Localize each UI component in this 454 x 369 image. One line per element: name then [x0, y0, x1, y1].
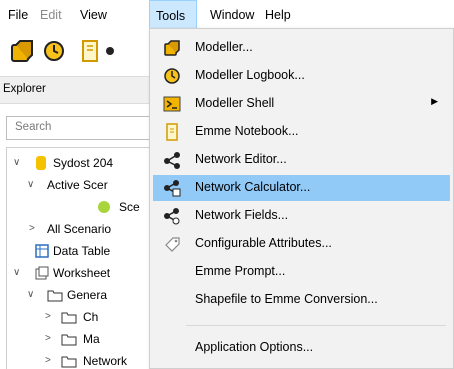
database-cylinder-icon — [36, 156, 46, 170]
tree-label: Network — [83, 354, 128, 368]
shell-icon — [163, 96, 181, 112]
network-icon — [164, 152, 180, 169]
menu-bar: File Edit View Tools Window Help — [0, 0, 454, 31]
tools-menu: Modeller... Modeller Logbook... Modeller… — [149, 28, 454, 369]
toolbar — [0, 31, 160, 73]
menu-window[interactable]: Window — [210, 0, 254, 31]
menu-item-emme-prompt[interactable]: Emme Prompt... — [153, 259, 450, 285]
menu-item-network-editor[interactable]: Network Editor... — [153, 147, 450, 173]
chevron-right-icon[interactable]: > — [45, 328, 51, 350]
menu-view[interactable]: View — [80, 0, 107, 31]
menu-item-label: Emme Notebook... — [195, 124, 299, 138]
chevron-right-icon[interactable]: > — [45, 306, 51, 328]
notebook-icon — [82, 40, 98, 62]
chevron-down-icon[interactable]: ∨ — [13, 152, 20, 174]
clock-icon — [164, 68, 180, 84]
menu-edit[interactable]: Edit — [40, 0, 62, 31]
menu-item-label: Emme Prompt... — [195, 264, 286, 278]
tag-icon — [165, 237, 180, 252]
more-toolbar-button[interactable] — [104, 37, 124, 65]
menu-item-label: Network Calculator... — [195, 180, 311, 194]
folder-icon — [61, 312, 77, 324]
menu-separator — [186, 325, 446, 326]
menu-help[interactable]: Help — [265, 0, 291, 31]
tree-label: All Scenario — [47, 222, 112, 236]
menu-item-application-options[interactable]: Application Options... — [153, 335, 450, 361]
menu-item-label: Shapefile to Emme Conversion... — [195, 292, 378, 306]
menu-file[interactable]: File — [8, 0, 28, 31]
menu-item-label: Network Editor... — [195, 152, 287, 166]
search-input[interactable]: Search — [6, 116, 156, 140]
folder-icon — [61, 334, 77, 346]
logbook-toolbar-button[interactable] — [40, 37, 68, 65]
chevron-right-icon[interactable]: > — [45, 350, 51, 369]
more-icon — [106, 47, 114, 55]
modeller-icon — [11, 40, 33, 62]
menu-item-label: Network Fields... — [195, 208, 289, 222]
search-placeholder: Search — [15, 121, 52, 133]
tree-label: Genera — [67, 288, 108, 302]
clock-icon — [44, 41, 64, 61]
menu-item-label: Modeller Shell — [195, 96, 275, 110]
menu-item-modeller-shell[interactable]: Modeller Shell ▶ — [153, 91, 450, 117]
menu-item-modeller[interactable]: Modeller... — [153, 35, 450, 61]
chevron-down-icon[interactable]: ∨ — [27, 174, 34, 196]
explorer-title: Explorer — [3, 83, 46, 95]
chevron-right-icon[interactable]: > — [29, 218, 35, 240]
tree-label: Worksheet — [53, 266, 111, 280]
modeller-toolbar-button[interactable] — [8, 37, 36, 65]
explorer-header: Explorer — [0, 76, 160, 104]
tree-label: Sydost 204 — [53, 156, 114, 170]
menu-tools[interactable]: Tools — [149, 0, 197, 31]
modeller-icon — [164, 40, 180, 56]
menu-item-shapefile-conversion[interactable]: Shapefile to Emme Conversion... — [153, 287, 450, 313]
chevron-down-icon[interactable]: ∨ — [13, 262, 20, 284]
explorer-tree: ∨ Sydost 204 ∨ Active Scer Sce > All Sce… — [6, 147, 160, 369]
tree-label: Ch — [83, 310, 99, 324]
menu-item-label: Modeller Logbook... — [195, 68, 305, 82]
menu-item-configurable-attributes[interactable]: Configurable Attributes... — [153, 231, 450, 257]
network-fields-icon — [164, 208, 180, 225]
menu-item-network-fields[interactable]: Network Fields... — [153, 203, 450, 229]
tree-label: Active Scer — [47, 178, 108, 192]
folder-icon — [61, 356, 77, 368]
menu-item-modeller-logbook[interactable]: Modeller Logbook... — [153, 63, 450, 89]
folder-icon — [47, 290, 63, 302]
table-icon — [35, 244, 49, 258]
menu-item-emme-notebook[interactable]: Emme Notebook... — [153, 119, 450, 145]
tree-label: Data Table — [53, 244, 111, 258]
tree-label: Ma — [83, 332, 100, 346]
green-dot-icon — [98, 201, 110, 213]
chevron-down-icon[interactable]: ∨ — [27, 284, 34, 306]
menu-item-label: Modeller... — [195, 40, 253, 54]
tree-label: Sce — [119, 200, 140, 214]
notebook-icon — [166, 123, 178, 141]
submenu-arrow-icon: ▶ — [431, 96, 438, 106]
network-calculator-icon — [164, 180, 181, 197]
notebook-toolbar-button[interactable] — [76, 37, 104, 65]
menu-item-label: Application Options... — [195, 340, 314, 354]
worksheet-icon — [35, 266, 49, 280]
menu-item-label: Configurable Attributes... — [195, 236, 332, 250]
menu-item-network-calculator[interactable]: Network Calculator... — [153, 175, 450, 201]
